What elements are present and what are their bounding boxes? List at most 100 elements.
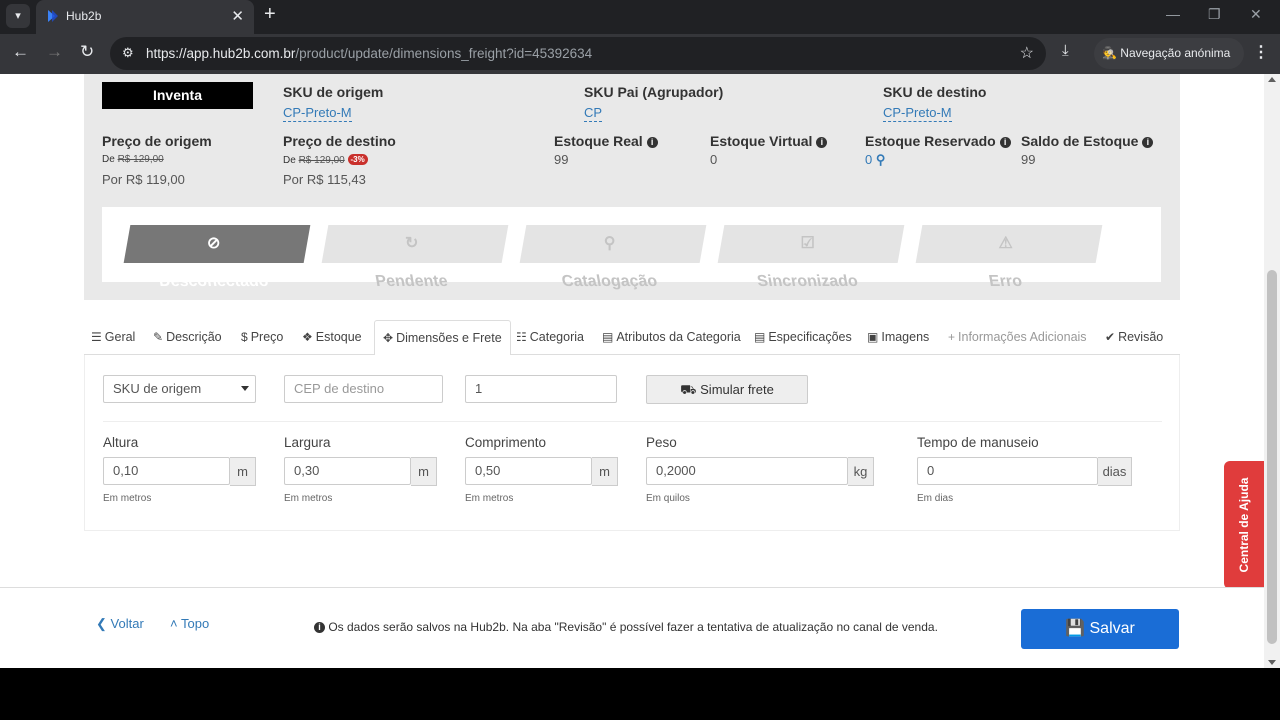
save-button[interactable]: 💾 Salvar	[1021, 609, 1179, 649]
tab-geral[interactable]: ☰ Geral	[91, 330, 135, 344]
length-input[interactable]: 0,50	[465, 457, 592, 485]
status-pendente[interactable]: ↻ Pendente	[321, 225, 509, 290]
stock-virtual-value: 0	[710, 152, 718, 167]
status-sincronizado[interactable]: ☑ Sincronizado	[717, 225, 905, 290]
site-info-icon[interactable]: ⚙	[122, 45, 134, 61]
scrollbar-thumb	[1267, 270, 1277, 644]
tab-informacoes-adicionais[interactable]: + Informações Adicionais	[948, 330, 1087, 344]
window-close-icon[interactable]: ✕	[1250, 6, 1262, 23]
cubes-icon: ❖	[302, 330, 313, 344]
length-help: Em metros	[465, 493, 514, 504]
chevron-down-icon	[241, 386, 249, 391]
help-center-tab[interactable]: Central de Ajuda	[1224, 461, 1264, 589]
info-icon: i	[314, 622, 325, 633]
tab-atributos-categoria[interactable]: ▤ Atributos da Categoria	[602, 330, 741, 344]
status-erro[interactable]: ⚠ Erro	[915, 225, 1103, 290]
tab-categoria[interactable]: ☷ Categoria	[516, 330, 584, 344]
browser-toolbar: ← → ↻ ⚙ https://app.hub2b.com.br/product…	[0, 34, 1280, 74]
browser-titlebar: ▾ Hub2b ✕ + — ❐ ✕	[0, 0, 1280, 34]
tab-title: Hub2b	[66, 9, 102, 23]
back-link[interactable]: ❮ Voltar	[96, 616, 144, 632]
simulate-freight-button[interactable]: ⛟ Simular frete	[646, 375, 808, 404]
height-input[interactable]: 0,10	[103, 457, 230, 485]
new-tab-icon[interactable]: +	[264, 3, 276, 26]
sku-parent-label: SKU Pai (Agrupador)	[584, 84, 724, 100]
tab-search-icon[interactable]: ▾	[6, 4, 30, 28]
weight-unit: kg	[848, 457, 874, 486]
page-scrollbar[interactable]	[1264, 74, 1280, 668]
status-desconectado[interactable]: ⊘ Desconectado	[123, 225, 311, 290]
status-catalogacao[interactable]: ⚲ Catalogação	[519, 225, 707, 290]
back-arrow-icon[interactable]: ←	[12, 42, 29, 62]
width-help: Em metros	[284, 493, 333, 504]
bookmark-star-icon[interactable]: ☆	[1020, 43, 1034, 63]
restore-icon[interactable]: ❐	[1208, 6, 1221, 23]
forward-arrow-icon[interactable]: →	[46, 42, 63, 62]
discount-badge: -3%	[347, 154, 368, 165]
close-icon[interactable]: ✕	[231, 7, 244, 25]
info-icon: i	[999, 137, 1011, 148]
sku-dest-label: SKU de destino	[883, 84, 987, 100]
handling-time-unit: dias	[1098, 457, 1132, 486]
floppy-disk-icon: 💾	[1065, 620, 1086, 637]
price-dest-label: Preço de destino	[283, 133, 396, 149]
minimize-icon[interactable]: —	[1166, 6, 1180, 22]
info-icon: i	[646, 137, 658, 148]
weight-help: Em quilos	[646, 493, 690, 504]
image-icon: ▣	[867, 330, 879, 344]
scroll-down-icon	[1268, 660, 1276, 665]
arrows-icon: ✥	[383, 331, 394, 345]
price-origin-now: Por R$ 119,00	[102, 172, 185, 187]
height-label: Altura	[103, 435, 139, 450]
tab-descricao[interactable]: ✎ Descrição	[153, 330, 222, 344]
top-link[interactable]: ˄ Topo	[170, 616, 209, 631]
download-icon[interactable]: ⤓	[1062, 42, 1069, 59]
price-dest-old: De R$ 129,00 -3%	[283, 154, 368, 166]
sku-dest-link[interactable]: CP-Preto-M	[883, 105, 952, 122]
address-bar[interactable]: ⚙ https://app.hub2b.com.br/product/updat…	[110, 37, 1046, 70]
stock-reserved-label: Estoque Reservado i	[865, 133, 1011, 149]
tab-dimensoes-frete[interactable]: ✥ Dimensões e Frete	[374, 320, 511, 356]
height-unit: m	[230, 457, 256, 486]
sku-parent-link[interactable]: CP	[584, 105, 603, 122]
tab-preco[interactable]: $ Preço	[241, 330, 283, 344]
sku-origin-label: SKU de origem	[283, 84, 384, 100]
stock-reserved-value[interactable]: 0 ⚲	[865, 152, 885, 168]
tab-especificacoes[interactable]: ▤ Especificações	[754, 330, 852, 344]
cep-input[interactable]: CEP de destino	[284, 375, 443, 403]
plus-icon: +	[948, 330, 956, 344]
stock-balance-label: Saldo de Estoque i	[1021, 133, 1154, 149]
truck-icon: ⛟	[680, 382, 697, 397]
menu-kebab-icon[interactable]: ⋮	[1253, 42, 1269, 62]
scroll-up-icon	[1268, 77, 1276, 82]
chevron-left-icon: ❮	[96, 616, 107, 631]
page-viewport: Inventa SKU de origem CP-Preto-M SKU Pai…	[0, 74, 1264, 668]
stock-real-value: 99	[554, 152, 569, 167]
incognito-indicator[interactable]: 🕵 Navegação anónima	[1094, 38, 1245, 69]
handling-time-label: Tempo de manuseio	[917, 435, 1039, 450]
dimensions-freight-form: SKU de origem CEP de destino 1 ⛟ Simular…	[84, 355, 1180, 531]
channel-badge: Inventa	[102, 82, 253, 109]
save-info-note: i Os dados serão salvos na Hub2b. Na aba…	[314, 620, 938, 634]
sku-select[interactable]: SKU de origem	[103, 375, 256, 403]
length-label: Comprimento	[465, 435, 547, 450]
tab-imagens[interactable]: ▣ Imagens	[867, 330, 929, 344]
reload-icon[interactable]: ↻	[80, 42, 94, 62]
browser-tab[interactable]: Hub2b ✕	[36, 0, 254, 34]
price-origin-old: De R$ 129,00	[102, 154, 164, 165]
tab-revisao[interactable]: ✔ Revisão	[1105, 330, 1163, 344]
sku-origin-link[interactable]: CP-Preto-M	[283, 105, 352, 122]
product-summary-panel: Inventa SKU de origem CP-Preto-M SKU Pai…	[84, 74, 1180, 300]
price-origin-label: Preço de origem	[102, 133, 212, 149]
price-dest-now: Por R$ 115,43	[283, 172, 366, 187]
quantity-input[interactable]: 1	[465, 375, 617, 403]
length-unit: m	[592, 457, 618, 486]
dollar-icon: $	[241, 330, 248, 344]
width-input[interactable]: 0,30	[284, 457, 411, 485]
list-alt-icon: ▤	[754, 330, 766, 344]
handling-time-input[interactable]: 0	[917, 457, 1098, 485]
tab-estoque[interactable]: ❖ Estoque	[302, 330, 362, 344]
chevron-up-icon: ˄	[170, 616, 178, 631]
sitemap-icon: ☷	[516, 330, 527, 344]
weight-input[interactable]: 0,2000	[646, 457, 848, 485]
